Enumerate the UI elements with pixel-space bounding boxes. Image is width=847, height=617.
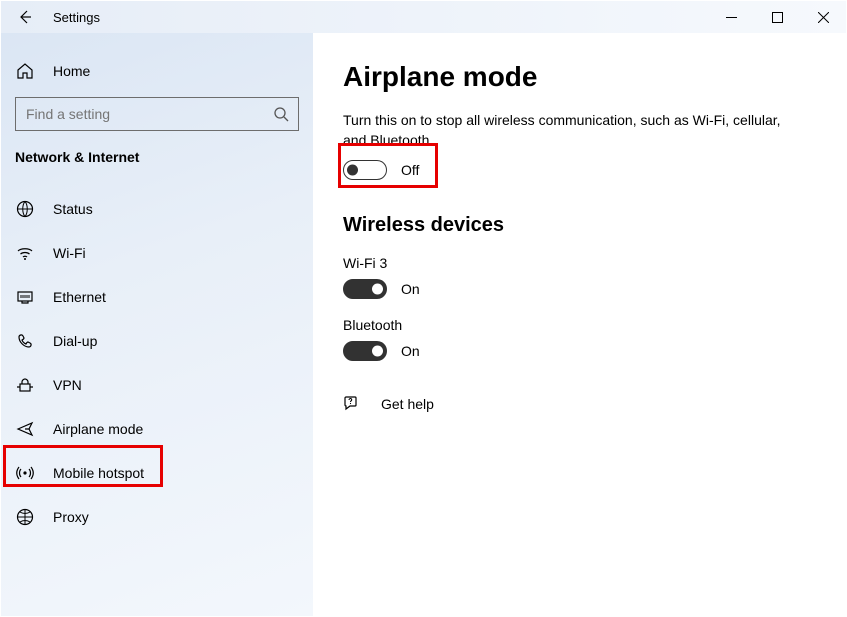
sidebar-item-label: Dial-up	[53, 333, 97, 349]
minimize-button[interactable]	[708, 1, 754, 33]
get-help-link[interactable]: Get help	[343, 395, 816, 413]
get-help-label: Get help	[381, 396, 434, 412]
proxy-icon	[15, 507, 35, 527]
vpn-icon	[15, 375, 35, 395]
content-pane: Airplane mode Turn this on to stop all w…	[313, 33, 846, 616]
wifi-state: On	[401, 281, 420, 297]
wifi-toggle[interactable]	[343, 279, 387, 299]
wifi-device-label: Wi-Fi 3	[343, 255, 816, 271]
maximize-button[interactable]	[754, 1, 800, 33]
back-arrow-icon	[17, 9, 33, 25]
wireless-devices-heading: Wireless devices	[343, 214, 816, 237]
window-title: Settings	[49, 10, 100, 25]
ethernet-icon	[15, 287, 35, 307]
sidebar-item-label: Mobile hotspot	[53, 465, 144, 481]
sidebar-item-label: Wi-Fi	[53, 245, 86, 261]
page-title: Airplane mode	[343, 61, 816, 93]
page-description: Turn this on to stop all wireless commun…	[343, 111, 783, 150]
close-button[interactable]	[800, 1, 846, 33]
sidebar-item-status[interactable]: Status	[1, 187, 313, 231]
search-wrap	[15, 97, 299, 131]
sidebar: Home Network & Internet Status	[1, 33, 313, 616]
airplane-mode-toggle[interactable]	[343, 160, 387, 180]
maximize-icon	[772, 12, 783, 23]
sidebar-item-label: Airplane mode	[53, 421, 143, 437]
dialup-icon	[15, 331, 35, 351]
airplane-icon	[15, 419, 35, 439]
sidebar-item-label: Ethernet	[53, 289, 106, 305]
sidebar-item-ethernet[interactable]: Ethernet	[1, 275, 313, 319]
sidebar-item-vpn[interactable]: VPN	[1, 363, 313, 407]
bluetooth-state: On	[401, 343, 420, 359]
bluetooth-toggle-block: Bluetooth On	[343, 317, 816, 361]
sidebar-item-label: Proxy	[53, 509, 89, 525]
bluetooth-device-label: Bluetooth	[343, 317, 816, 333]
sidebar-item-wifi[interactable]: Wi-Fi	[1, 231, 313, 275]
sidebar-item-dialup[interactable]: Dial-up	[1, 319, 313, 363]
sidebar-item-proxy[interactable]: Proxy	[1, 495, 313, 539]
sidebar-section-heading: Network & Internet	[1, 149, 313, 187]
back-button[interactable]	[1, 1, 49, 33]
wifi-icon	[15, 243, 35, 263]
bluetooth-toggle[interactable]	[343, 341, 387, 361]
sidebar-home[interactable]: Home	[1, 53, 313, 89]
sidebar-item-mobile-hotspot[interactable]: Mobile hotspot	[1, 451, 313, 495]
sidebar-item-label: Status	[53, 201, 93, 217]
sidebar-item-label: VPN	[53, 377, 82, 393]
hotspot-icon	[15, 463, 35, 483]
airplane-mode-state: Off	[401, 162, 419, 178]
sidebar-item-airplane-mode[interactable]: Airplane mode	[1, 407, 313, 451]
wifi-toggle-block: Wi-Fi 3 On	[343, 255, 816, 299]
search-icon	[273, 106, 289, 122]
sidebar-home-label: Home	[53, 63, 90, 79]
close-icon	[818, 12, 829, 23]
sidebar-nav-list: Status Wi-Fi Ethernet	[1, 187, 313, 539]
help-icon	[343, 395, 361, 413]
search-input[interactable]	[15, 97, 299, 131]
minimize-icon	[726, 12, 737, 23]
airplane-toggle-block: Off	[343, 160, 816, 180]
status-icon	[15, 199, 35, 219]
home-icon	[15, 61, 35, 81]
titlebar: Settings	[1, 1, 846, 33]
